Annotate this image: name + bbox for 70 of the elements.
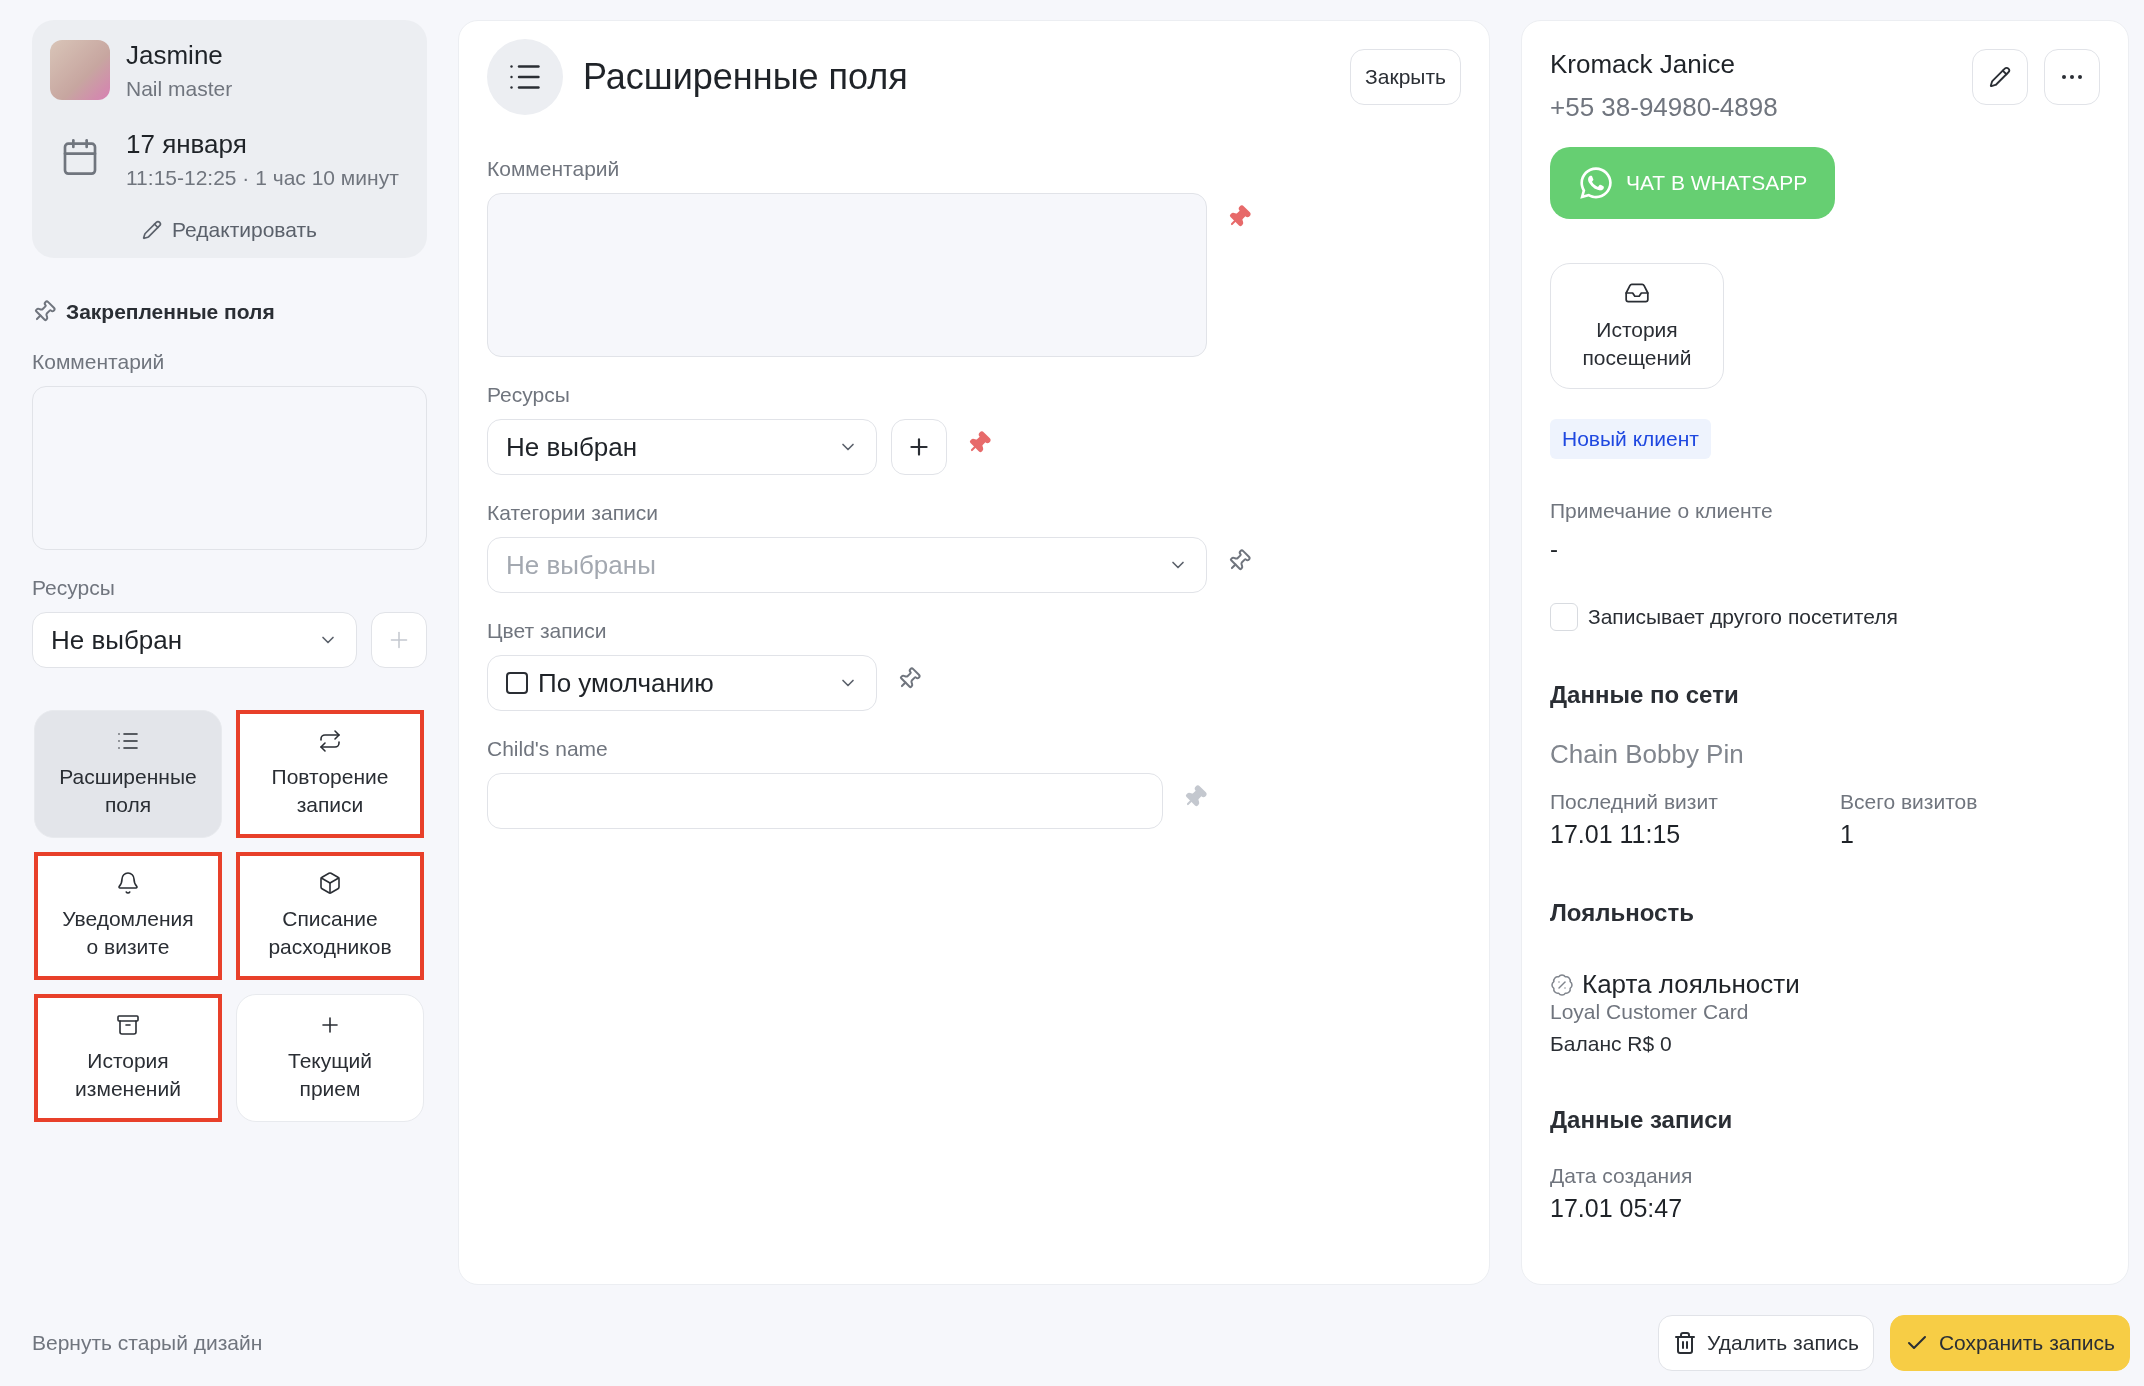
- inbox-icon: [1624, 280, 1650, 306]
- visit-history-button[interactable]: История посещений: [1550, 263, 1724, 389]
- trash-icon: [1673, 1331, 1698, 1355]
- created-date: 17.01 05:47: [1550, 1194, 1684, 1223]
- discount-badge-icon: [1550, 972, 1574, 997]
- pencil-icon: [1989, 66, 2011, 88]
- dropdown-value: По умолчанию: [506, 667, 714, 699]
- stat-label: Всего визитов: [1840, 790, 1979, 814]
- archive-icon: [116, 1013, 140, 1037]
- chain-name: Chain Bobby Pin: [1550, 739, 1745, 770]
- add-button[interactable]: [371, 612, 427, 668]
- panel-title: Расширенные поля: [583, 56, 909, 98]
- chat-bubble-icon: [1578, 165, 1614, 201]
- appointment-date: 17 января: [126, 129, 248, 160]
- stat-label: Последний визит: [1550, 790, 1719, 814]
- field-label: Примечание о клиенте: [1550, 499, 1774, 523]
- section-title: Закрепленные поля: [66, 300, 275, 324]
- field-label: Child's name: [487, 737, 609, 761]
- box-icon: [318, 871, 342, 895]
- edit-button[interactable]: [1972, 49, 2028, 105]
- field-label: Ресурсы: [32, 576, 116, 600]
- field-label: Дата создания: [1550, 1164, 1694, 1188]
- appointment-time: 11:15-12:25 · 1 час 10 минут: [126, 166, 399, 190]
- edit-link[interactable]: Редактировать: [141, 218, 318, 242]
- more-icon: [2062, 75, 2082, 79]
- section-title: Данные записи: [1550, 1106, 1734, 1134]
- delete-button[interactable]: Удалить запись: [1658, 1315, 1874, 1371]
- photo-placeholder: [50, 40, 110, 100]
- checkbox-label: Записывает другого посетителя: [1588, 605, 1898, 629]
- input-field[interactable]: [487, 773, 1163, 829]
- bell-icon: [116, 871, 140, 895]
- checkbox[interactable]: [1550, 603, 1578, 631]
- repeat-icon: [318, 729, 342, 753]
- menu-tile[interactable]: Повторение записи: [236, 710, 424, 838]
- menu-tile[interactable]: Списание расходников: [236, 852, 424, 980]
- master-role: Nail master: [126, 77, 233, 101]
- dropdown-field[interactable]: По умолчанию: [487, 655, 877, 711]
- section-title: Данные по сети: [1550, 681, 1740, 709]
- dropdown-field[interactable]: Не выбран: [487, 419, 877, 475]
- dropdown-placeholder: Не выбраны: [506, 549, 656, 581]
- loyalty-card-title: Карта лояльности: [1582, 969, 1800, 1000]
- field-label: Комментарий: [32, 350, 166, 374]
- dropdown-value: Не выбран: [51, 624, 183, 656]
- menu-tile[interactable]: Текущий прием: [236, 994, 424, 1122]
- section-title: Лояльность: [1550, 899, 1695, 927]
- loyalty-balance: Баланс R$ 0: [1550, 1032, 1673, 1056]
- client-tag: Новый клиент: [1550, 419, 1711, 459]
- dropdown-field[interactable]: Не выбран: [32, 612, 357, 668]
- dropdown-value: Не выбран: [506, 431, 638, 463]
- save-button[interactable]: Сохранить запись: [1889, 1315, 2130, 1371]
- client-name: Kromack Janice: [1550, 49, 1736, 80]
- add-button[interactable]: [891, 419, 947, 475]
- note-value: -: [1550, 535, 1559, 563]
- field-label: Комментарий: [487, 157, 621, 181]
- client-phone: +55 38-94980-4898: [1550, 92, 1778, 123]
- loyalty-card-name: Loyal Customer Card: [1550, 1000, 1750, 1024]
- field-label: Ресурсы: [487, 383, 571, 407]
- comment-field[interactable]: [487, 193, 1207, 357]
- field-label: Цвет записи: [487, 619, 608, 643]
- menu-tile[interactable]: Расширенные поля: [34, 710, 222, 838]
- menu-tile[interactable]: Уведомления о визите: [34, 852, 222, 980]
- menu-tile[interactable]: История изменений: [34, 994, 222, 1122]
- more-button[interactable]: [2044, 49, 2100, 105]
- field-label: Категории записи: [487, 501, 659, 525]
- master-name: Jasmine: [126, 40, 224, 71]
- stat-value: 1: [1840, 820, 1855, 849]
- old-design-link[interactable]: Вернуть старый дизайн: [32, 1331, 263, 1355]
- stat-value: 17.01 11:15: [1550, 820, 1682, 849]
- pencil-icon: [141, 220, 162, 240]
- close-button[interactable]: Закрыть: [1350, 49, 1461, 105]
